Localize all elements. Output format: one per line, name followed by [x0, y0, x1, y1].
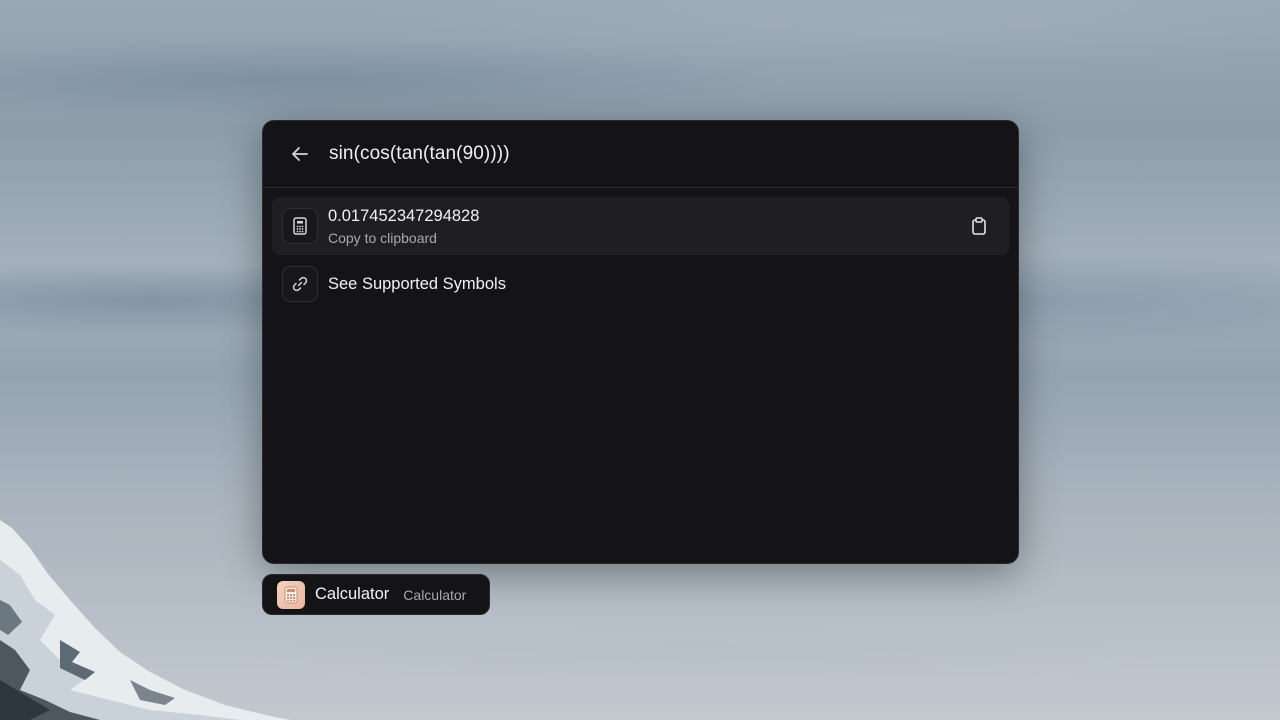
back-arrow-icon[interactable] [289, 143, 311, 165]
search-bar: sin(cos(tan(tan(90)))) [263, 121, 1018, 188]
link-icon [282, 266, 318, 302]
footer-title: Calculator [315, 585, 390, 603]
result-subtitle: Copy to clipboard [328, 229, 437, 246]
result-text: See Supported Symbols [328, 274, 506, 294]
calculator-icon [282, 208, 318, 244]
results-list: 0.017452347294828 Copy to clipboard See … [263, 188, 1018, 313]
search-input[interactable]: sin(cos(tan(tan(90)))) [329, 143, 510, 165]
calculator-panel: sin(cos(tan(tan(90)))) 0.017452347294828… [262, 120, 1019, 564]
result-title: See Supported Symbols [328, 275, 506, 293]
result-item-answer[interactable]: 0.017452347294828 Copy to clipboard [272, 197, 1009, 255]
result-item-supported-symbols[interactable]: See Supported Symbols [272, 255, 1009, 313]
footer-subtitle: Calculator [403, 586, 467, 603]
desktop-background: sin(cos(tan(tan(90)))) 0.017452347294828… [0, 0, 1280, 720]
extension-footer[interactable]: Calculator Calculator [262, 574, 490, 615]
result-value: 0.017452347294828 [328, 206, 480, 225]
calculator-app-icon [277, 580, 305, 609]
clipboard-icon[interactable] [969, 216, 989, 236]
result-text: 0.017452347294828 Copy to clipboard [328, 206, 479, 247]
